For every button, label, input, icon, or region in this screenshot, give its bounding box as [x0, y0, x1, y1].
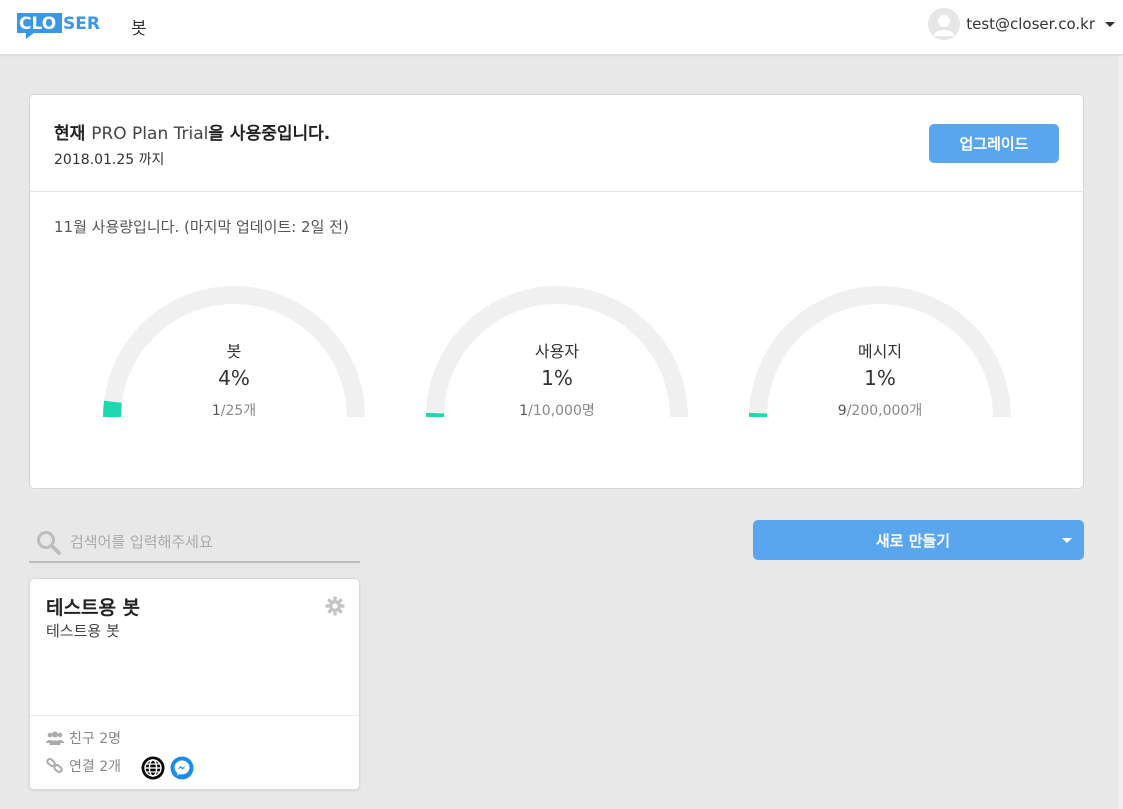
- channel-icons: [141, 756, 199, 780]
- gear-icon[interactable]: [325, 596, 345, 616]
- plan-card: 현재 PRO Plan Trial을 사용중입니다. 2018.01.25 까지…: [29, 94, 1084, 489]
- bot-card[interactable]: 테스트용 봇 테스트용 봇 친구 2명 연결 2개: [29, 578, 360, 790]
- gauge-limit: /200,000개: [846, 403, 923, 419]
- gauge-label: 메시지: [857, 342, 903, 361]
- user-menu[interactable]: test@closer.co.kr: [928, 8, 1115, 40]
- create-new-button[interactable]: 새로 만들기: [753, 520, 1084, 560]
- plan-expiry: 2018.01.25 까지: [54, 152, 165, 168]
- gauge-label: 봇: [226, 342, 242, 361]
- nav-title[interactable]: 봇: [131, 14, 147, 39]
- gauge-ratio: 9/200,000개: [748, 400, 1012, 420]
- upgrade-button[interactable]: 업그레이드: [929, 124, 1059, 163]
- connections-count: 연결 2개: [69, 759, 121, 775]
- messenger-icon[interactable]: [170, 756, 194, 780]
- friends-stat: 친구 2명: [46, 728, 121, 748]
- search-icon[interactable]: [36, 530, 62, 556]
- link-icon: [46, 758, 63, 773]
- gauge-ratio: 1/25개: [102, 400, 366, 420]
- friends-count: 친구 2명: [69, 731, 121, 747]
- plan-header: 현재 PRO Plan Trial을 사용중입니다. 2018.01.25 까지…: [30, 95, 1083, 192]
- gauge-limit: /25개: [220, 403, 257, 419]
- plan-title: 현재 PRO Plan Trial을 사용중입니다.: [54, 119, 330, 144]
- bot-name[interactable]: 테스트용 봇: [46, 593, 140, 620]
- connections-stat: 연결 2개: [46, 756, 121, 776]
- closer-logo[interactable]: CLO SER: [17, 11, 107, 39]
- users-icon: [46, 731, 64, 745]
- plan-title-prefix: 현재: [54, 124, 92, 144]
- scrollbar[interactable]: [1118, 56, 1123, 809]
- chevron-down-icon[interactable]: [1062, 538, 1072, 543]
- usage-caption: 11월 사용량입니다. (마지막 업데이트: 2일 전): [54, 218, 349, 236]
- usage-gauges: 봇 4% 1/25개 사용자 1% 1/10,000명 메시지 1% 9/200…: [30, 285, 1083, 425]
- gauge-limit: /10,000명: [528, 403, 595, 419]
- gauge-percent: 1%: [864, 366, 896, 390]
- gauge-messages: 메시지 1% 9/200,000개: [748, 285, 1012, 420]
- search-bar: [29, 520, 360, 563]
- gauge-ratio: 1/10,000명: [425, 400, 689, 420]
- top-navbar: CLO SER 봇 test@closer.co.kr: [0, 0, 1123, 55]
- bot-description: 테스트용 봇: [46, 622, 120, 640]
- gauge-users: 사용자 1% 1/10,000명: [425, 285, 689, 420]
- gauge-label: 사용자: [534, 342, 580, 361]
- plan-title-suffix: 을 사용중입니다.: [208, 124, 331, 144]
- avatar[interactable]: [928, 8, 961, 40]
- user-icon: [928, 8, 961, 40]
- gauge-current: 1: [519, 403, 529, 419]
- gauge-percent: 4%: [218, 366, 250, 390]
- svg-text:SER: SER: [63, 14, 100, 34]
- plan-name: PRO Plan Trial: [91, 124, 209, 144]
- gauge-current: 9: [837, 403, 847, 419]
- bot-card-footer: 친구 2명 연결 2개: [30, 715, 359, 790]
- chevron-down-icon[interactable]: [1105, 21, 1115, 27]
- user-email[interactable]: test@closer.co.kr: [966, 15, 1095, 33]
- gauge-percent: 1%: [541, 366, 573, 390]
- create-new-label[interactable]: 새로 만들기: [753, 530, 1073, 551]
- gauge-bots: 봇 4% 1/25개: [102, 285, 366, 420]
- globe-icon[interactable]: [141, 756, 165, 780]
- gauge-current: 1: [211, 403, 221, 419]
- search-input[interactable]: [70, 527, 356, 557]
- svg-text:CLO: CLO: [19, 14, 56, 34]
